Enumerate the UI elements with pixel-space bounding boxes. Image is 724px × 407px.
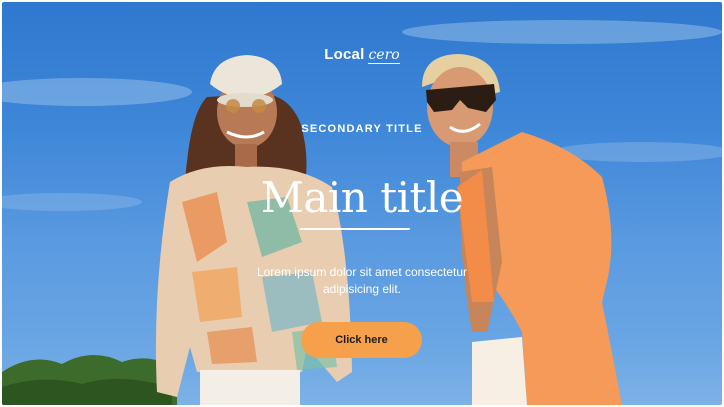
brand-logo[interactable]: Local cero (2, 46, 722, 64)
main-title: Main title (260, 173, 464, 222)
title-underline (300, 228, 410, 230)
hero-section: Local cero SECONDARY TITLE Main title Lor… (2, 2, 722, 405)
brand-name-secondary: cero (368, 47, 400, 64)
brand-name-primary: Local (324, 46, 365, 63)
secondary-title: SECONDARY TITLE (301, 123, 423, 135)
cta-button[interactable]: Click here (301, 322, 422, 358)
hero-overlay: Local cero SECONDARY TITLE Main title Lor… (2, 2, 722, 405)
hero-description: Lorem ipsum dolor sit amet consectetur a… (256, 265, 468, 296)
